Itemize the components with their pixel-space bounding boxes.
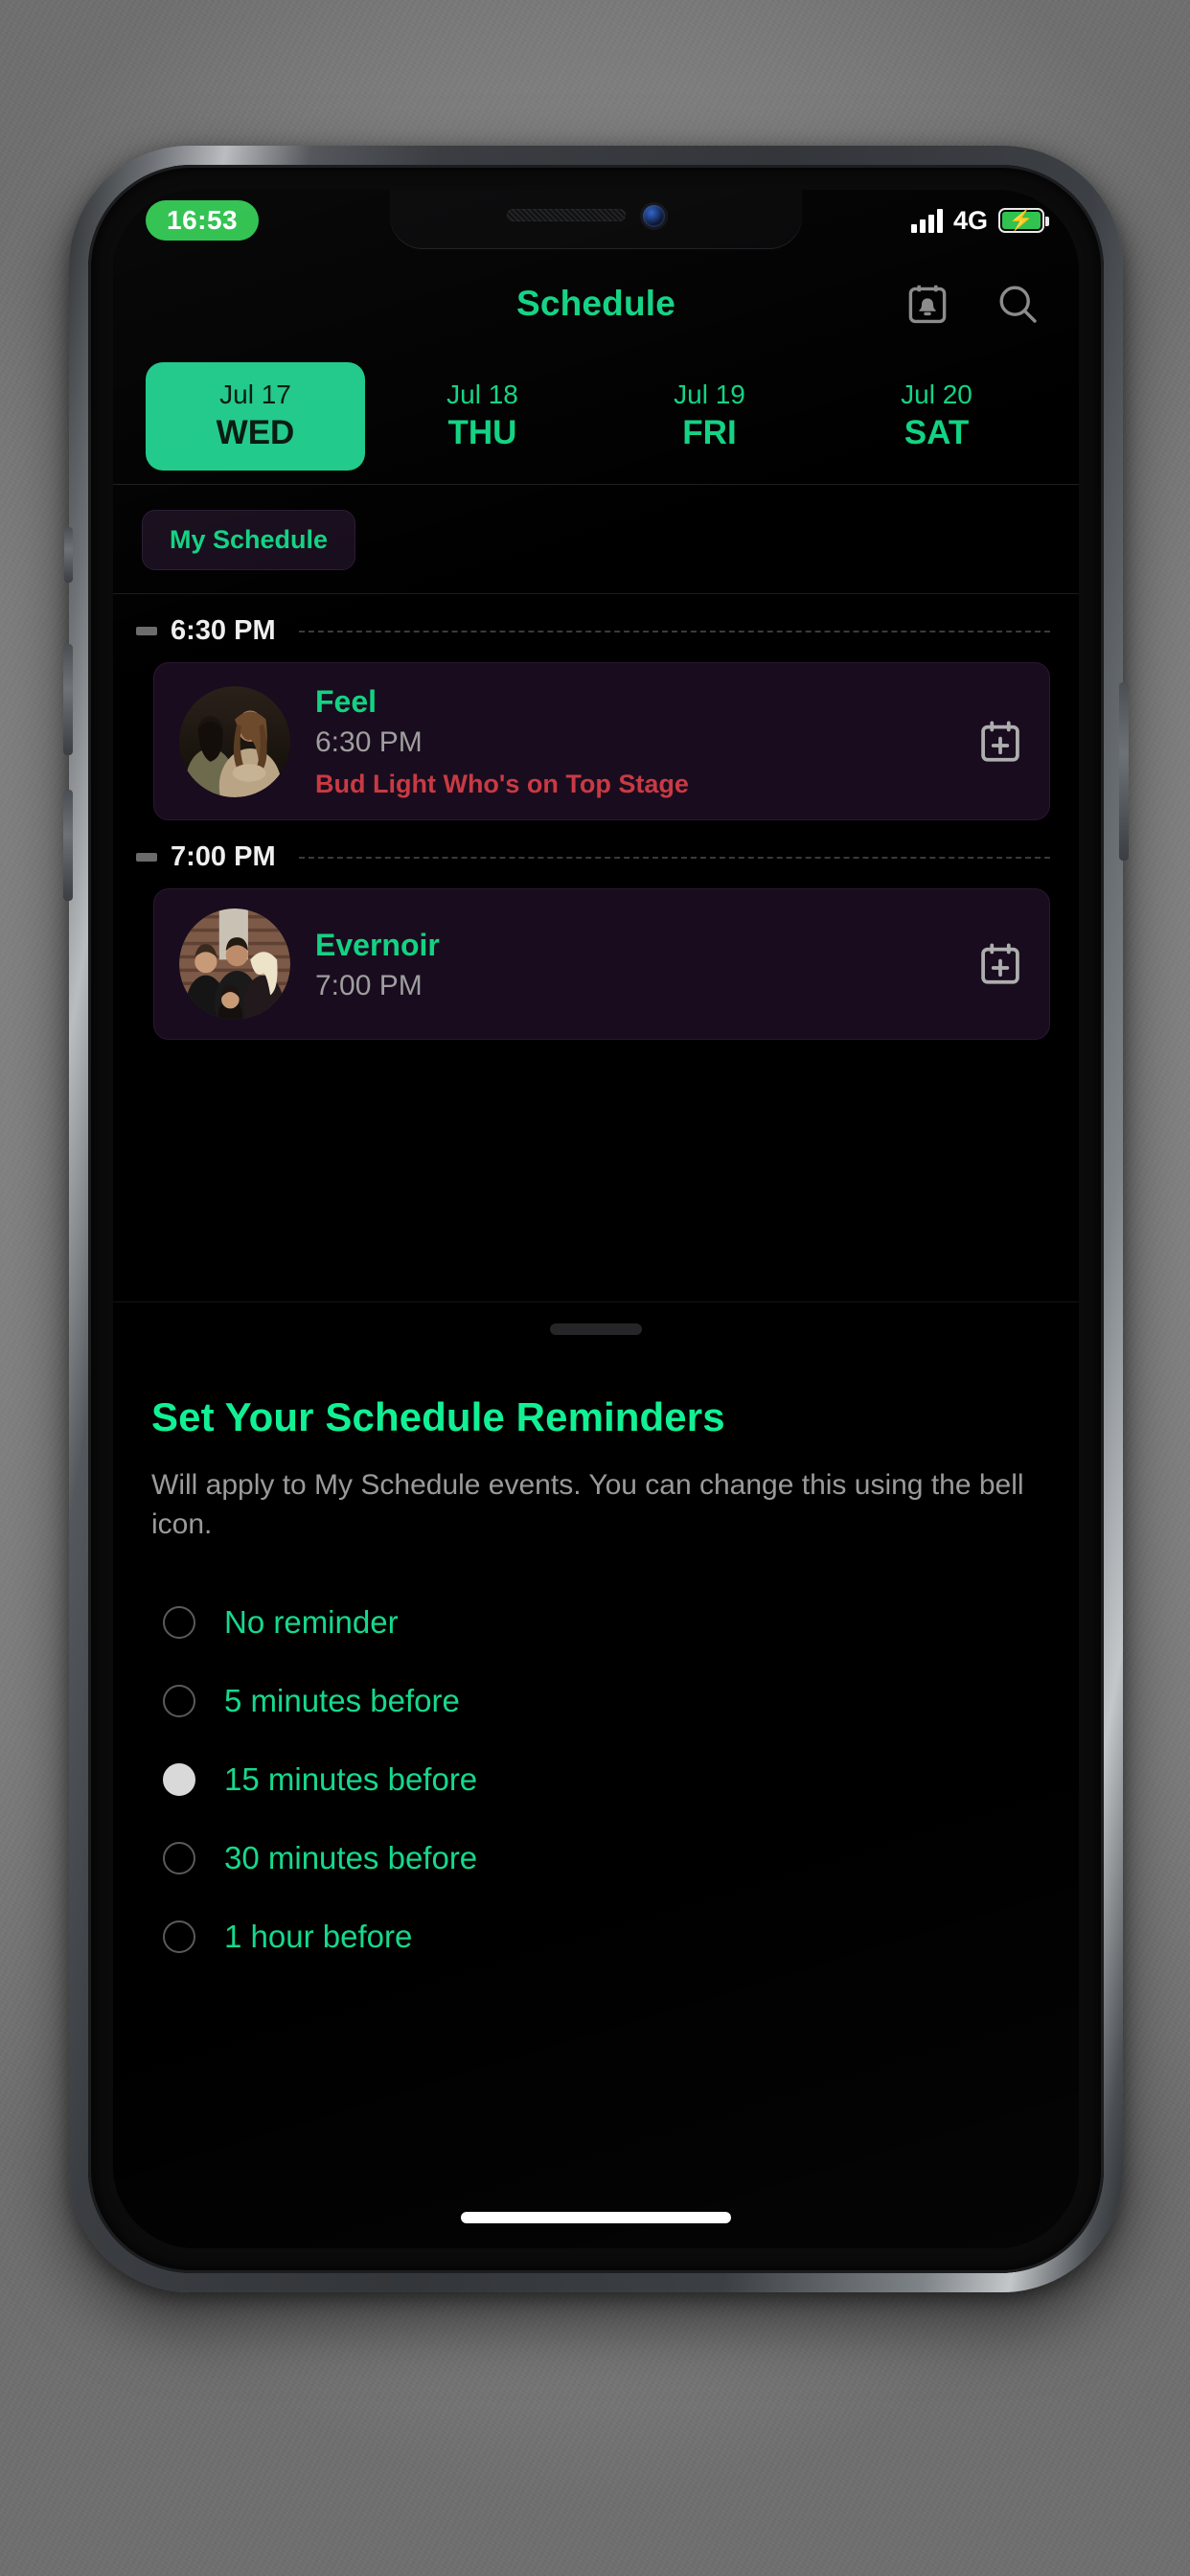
radio-icon[interactable] (163, 1605, 195, 1639)
date-tabs: Jul 17 WED Jul 18 THU Jul 19 FRI Jul 20 … (113, 356, 1079, 485)
event-meta: Evernoir 7:00 PM (315, 926, 951, 1004)
reminder-option-1[interactable]: 5 minutes before (151, 1662, 1041, 1740)
radio-icon-selected[interactable] (163, 1762, 195, 1796)
date-tab-1[interactable]: Jul 18 THU (373, 362, 592, 471)
calendar-add-icon[interactable] (976, 718, 1024, 766)
date-tab-date: Jul 20 (901, 380, 973, 410)
volume-up-button[interactable] (63, 644, 73, 755)
header-actions (904, 281, 1041, 327)
status-indicators: 4G ⚡ (910, 205, 1049, 236)
schedule-timeline: 6:30 PM Feel 6:30 PM Bud Light Who's on … (113, 594, 1079, 1041)
home-indicator[interactable] (461, 2212, 731, 2223)
time-marker-rule (298, 630, 1050, 632)
event-time: 6:30 PM (315, 726, 423, 758)
sheet-title: Set Your Schedule Reminders (151, 1394, 725, 1439)
reminder-option-label: 1 hour before (224, 1918, 413, 1954)
date-tab-day: SAT (904, 414, 970, 452)
date-tab-0[interactable]: Jul 17 WED (146, 362, 365, 471)
date-tab-day: THU (447, 414, 517, 452)
artist-photo (179, 685, 290, 797)
date-tab-day: FRI (682, 414, 737, 452)
battery-charging-icon: ⚡ (998, 208, 1049, 233)
reminder-option-3[interactable]: 30 minutes before (151, 1819, 1041, 1898)
reminder-options: No reminder 5 minutes before 15 minutes … (113, 1545, 1079, 1976)
radio-icon[interactable] (163, 1920, 195, 1953)
date-tab-date: Jul 19 (674, 380, 745, 410)
event-name: Evernoir (315, 927, 440, 962)
date-tab-3[interactable]: Jul 20 SAT (827, 362, 1046, 471)
charging-bolt-icon: ⚡ (1008, 209, 1035, 232)
time-marker: 7:00 PM (113, 820, 1079, 881)
time-marker-rule (298, 856, 1050, 859)
sheet-description: Will apply to My Schedule events. You ca… (151, 1469, 1024, 1541)
reminder-option-label: No reminder (224, 1603, 399, 1640)
calendar-add-icon[interactable] (976, 940, 1024, 988)
time-marker-label: 7:00 PM (171, 841, 276, 873)
filter-bar: My Schedule (113, 485, 1079, 594)
phone-bezel: 16:53 4G ⚡ Schedule Jul 17 WED Jul 18 TH… (88, 165, 1104, 2273)
date-tab-day: WED (216, 414, 295, 452)
phone-device: 16:53 4G ⚡ Schedule Jul 17 WED Jul 18 TH… (63, 146, 1129, 2292)
filter-chip-my-schedule[interactable]: My Schedule (142, 510, 356, 570)
time-marker: 6:30 PM (113, 594, 1079, 655)
reminder-option-label: 30 minutes before (224, 1839, 478, 1875)
status-bar: 16:53 4G ⚡ (113, 190, 1079, 251)
calendar-bell-icon[interactable] (904, 281, 950, 327)
radio-icon[interactable] (163, 1684, 195, 1717)
search-icon[interactable] (995, 281, 1041, 327)
mute-switch[interactable] (64, 527, 73, 583)
reminder-bottom-sheet: Set Your Schedule Reminders Will apply t… (113, 1301, 1079, 2248)
date-tab-2[interactable]: Jul 19 FRI (600, 362, 819, 471)
app-header: Schedule (113, 251, 1079, 356)
status-time-recording-pill[interactable]: 16:53 (146, 200, 260, 241)
event-stage: Bud Light Who's on Top Stage (315, 769, 689, 798)
time-marker-dash-icon (136, 627, 157, 635)
reminder-option-label: 15 minutes before (224, 1760, 478, 1797)
event-name: Feel (315, 684, 378, 719)
radio-icon[interactable] (163, 1841, 195, 1874)
artist-photo (179, 908, 290, 1021)
date-tab-date: Jul 17 (219, 380, 291, 410)
schedule-app: Schedule Jul 17 WED Jul 18 THU Jul 19 FR… (113, 251, 1079, 2248)
reminder-option-label: 5 minutes before (224, 1682, 460, 1718)
date-tab-date: Jul 18 (446, 380, 518, 410)
network-type-label: 4G (952, 205, 988, 235)
reminder-option-0[interactable]: No reminder (151, 1583, 1041, 1662)
signal-bars-icon (910, 208, 943, 233)
event-time: 7:00 PM (315, 969, 423, 1001)
phone-screen: 16:53 4G ⚡ Schedule Jul 17 WED Jul 18 TH… (113, 190, 1079, 2248)
time-marker-dash-icon (136, 853, 157, 862)
power-button[interactable] (1119, 682, 1129, 861)
reminder-option-4[interactable]: 1 hour before (151, 1898, 1041, 1976)
time-marker-label: 6:30 PM (171, 615, 276, 646)
reminder-option-2[interactable]: 15 minutes before (151, 1740, 1041, 1819)
event-card[interactable]: Feel 6:30 PM Bud Light Who's on Top Stag… (153, 662, 1050, 821)
volume-down-button[interactable] (63, 790, 73, 901)
drag-handle-icon[interactable] (550, 1323, 642, 1335)
event-meta: Feel 6:30 PM Bud Light Who's on Top Stag… (315, 682, 951, 800)
event-card[interactable]: Evernoir 7:00 PM (153, 888, 1050, 1041)
